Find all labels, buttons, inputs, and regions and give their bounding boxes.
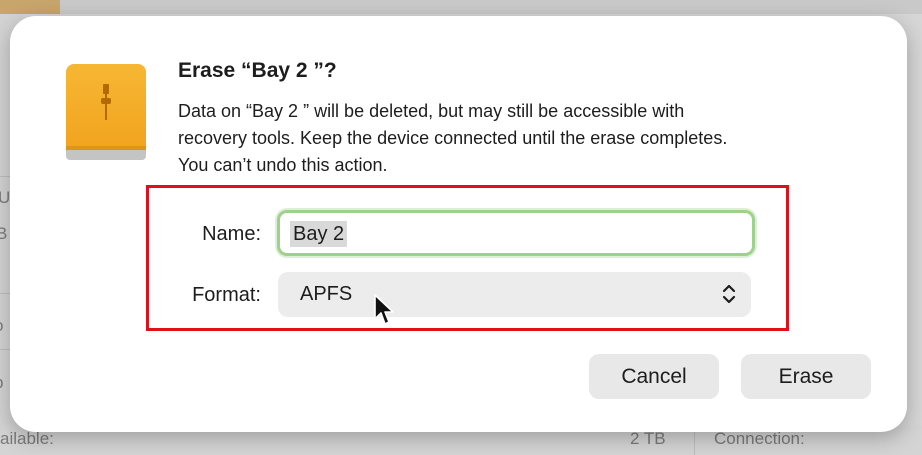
dialog-message-line: Data on “Bay 2 ” will be deleted, but ma… (178, 101, 685, 121)
name-input[interactable]: Bay 2 (277, 210, 755, 256)
background-selected-item (0, 0, 60, 14)
background-text: B (0, 224, 8, 243)
cancel-button[interactable]: Cancel (589, 354, 719, 399)
name-label: Name: (202, 223, 261, 245)
dialog-title: Erase “Bay 2 ”? (178, 59, 337, 82)
erase-button[interactable]: Erase (741, 354, 871, 399)
external-drive-icon (66, 64, 146, 160)
name-input-value[interactable]: Bay 2 (290, 221, 348, 247)
background-size-value: 2 TB (630, 429, 666, 448)
dialog-message-line: You can’t undo this action. (178, 155, 388, 175)
background-text: p (0, 373, 3, 393)
background-text: o (0, 316, 3, 336)
format-selected-value[interactable]: APFS (300, 283, 352, 306)
dialog-message: Data on “Bay 2 ” will be deleted, but ma… (178, 98, 878, 179)
chevron-up-down-icon[interactable] (721, 282, 737, 306)
dialog-message-line: recovery tools. Keep the device connecte… (178, 128, 728, 148)
background-available-label: ailable: (0, 429, 54, 448)
background-top-strip (0, 0, 922, 14)
format-popup-button[interactable]: APFS (278, 272, 751, 317)
erase-dialog: Erase “Bay 2 ”? Data on “Bay 2 ” will be… (10, 16, 907, 432)
background-connection-label: Connection: (714, 429, 805, 448)
format-label: Format: (192, 284, 261, 306)
mouse-pointer-icon (374, 294, 394, 325)
